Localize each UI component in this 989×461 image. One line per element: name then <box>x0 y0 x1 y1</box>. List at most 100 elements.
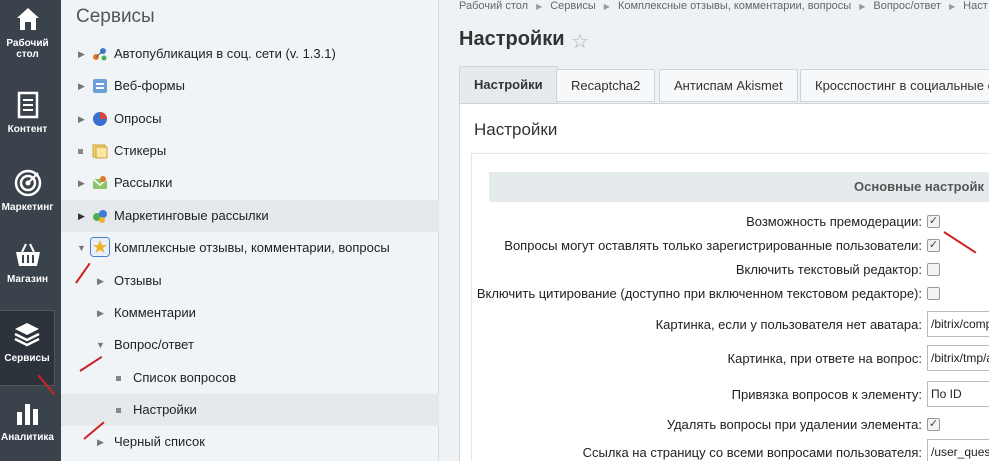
tab-recaptcha2[interactable]: Recaptcha2 <box>556 69 656 102</box>
rail-item-label: Контент <box>7 124 48 135</box>
tree-item-mailings[interactable]: ▶ Рассылки <box>61 167 439 199</box>
rail-item-label: Рабочий стол <box>6 38 49 60</box>
network-icon <box>93 48 107 61</box>
breadcrumb-link[interactable]: Вопрос/ответ <box>873 0 941 12</box>
pie-icon <box>93 112 107 126</box>
mail-icon <box>92 176 108 189</box>
target-icon <box>14 169 41 197</box>
delete-with-element-checkbox[interactable]: ✓ <box>927 418 940 431</box>
setting-label: Ссылка на страницу со всеми вопросами по… <box>582 445 922 460</box>
tree-bullet <box>116 376 121 381</box>
tab-akismet[interactable]: Антиспам Akismet <box>659 69 798 102</box>
expand-arrow-icon[interactable]: ▶ <box>97 426 104 458</box>
tree-item-marketing-mailings[interactable]: ▶ Маркетинговые рассылки <box>61 200 439 232</box>
expand-arrow-icon[interactable]: ▶ <box>78 200 85 232</box>
tab-crossposting[interactable]: Кросспостинг в социальные с <box>800 69 989 102</box>
expand-arrow-icon[interactable]: ▶ <box>78 70 85 102</box>
tree-item-label: Отзывы <box>114 273 162 288</box>
tree-bullet <box>116 408 121 413</box>
form-icon <box>93 79 107 93</box>
tree-item-blacklist[interactable]: ▶ Черный список <box>61 426 439 458</box>
breadcrumb-separator-icon: ▶ <box>859 2 866 11</box>
tree-item-autopublish[interactable]: ▶ Автопубликация в соц. сети (v. 1.3.1) <box>61 38 439 70</box>
expand-arrow-icon[interactable]: ▶ <box>97 265 104 297</box>
breadcrumb-link[interactable]: Комплексные отзывы, комментарии, вопросы <box>618 0 851 12</box>
setting-label: Картинка, если у пользователя нет аватар… <box>655 317 922 332</box>
breadcrumb-separator-icon: ▶ <box>536 2 543 11</box>
expand-arrow-icon[interactable]: ▶ <box>78 38 85 70</box>
registered-only-checkbox[interactable]: ✓ <box>927 239 940 252</box>
rail-item-label: Маркетинг <box>1 202 54 213</box>
tree-item-label: Настройки <box>133 402 197 417</box>
section-header: Основные настройк <box>489 172 989 202</box>
breadcrumb-separator-icon: ▶ <box>949 2 956 11</box>
rail-item-analytics[interactable]: Аналитика <box>0 390 55 461</box>
main-content: Рабочий стол ▶ Сервисы ▶ Комплексные отзывы,… <box>440 0 989 461</box>
no-avatar-image-input[interactable]: /bitrix/comp <box>927 311 989 337</box>
expand-arrow-icon[interactable]: ▶ <box>78 167 85 199</box>
tree-item-label: Стикеры <box>114 143 167 158</box>
tree-item-label: Маркетинговые рассылки <box>114 208 269 223</box>
element-binding-select[interactable]: По ID <box>927 381 989 407</box>
home-icon <box>16 8 39 30</box>
tree-item-webforms[interactable]: ▶ Веб-формы <box>61 70 439 102</box>
tree-item-complex-reviews[interactable]: ▼ Комплексные отзывы, комментарии, вопро… <box>61 232 439 264</box>
panel-title: Настройки <box>474 120 558 139</box>
rail-item-marketing[interactable]: Маркетинг <box>0 160 55 236</box>
tree-bullet <box>78 149 83 154</box>
expand-arrow-icon[interactable]: ▶ <box>97 297 104 329</box>
tree-item-question-list[interactable]: Список вопросов <box>61 362 439 394</box>
breadcrumb-separator-icon: ▶ <box>603 2 610 11</box>
layers-icon <box>14 323 40 347</box>
settings-form: Основные настройк Возможность премодерац… <box>471 153 989 461</box>
breadcrumb: Рабочий стол ▶ Сервисы ▶ Комплексные отзывы,… <box>459 0 988 12</box>
tree-item-settings[interactable]: Настройки <box>61 394 439 426</box>
document-icon <box>17 91 38 119</box>
setting-label: Привязка вопросов к элементу: <box>731 387 922 402</box>
tree-item-label: Рассылки <box>114 175 173 190</box>
tree-item-label: Черный список <box>114 434 205 449</box>
setting-label: Включить текстовый редактор: <box>735 262 922 277</box>
favorite-star-icon[interactable]: ☆ <box>571 29 589 54</box>
bar-chart-icon <box>16 404 38 425</box>
rail-item-shop[interactable]: Магазин <box>0 232 55 308</box>
premoderation-checkbox[interactable]: ✓ <box>927 215 940 228</box>
setting-label: Возможность премодерации: <box>746 214 922 229</box>
rail-item-services[interactable]: Сервисы <box>0 310 55 386</box>
tab-settings[interactable]: Настройки <box>459 66 558 104</box>
settings-panel: Настройки Основные настройк Возможность … <box>459 103 989 461</box>
tree-item-label: Вопрос/ответ <box>114 337 194 352</box>
tree-item-polls[interactable]: ▶ Опросы <box>61 103 439 135</box>
tree-item-comments[interactable]: ▶ Комментарии <box>61 297 439 329</box>
sticker-icon <box>92 144 108 159</box>
setting-label: Вопросы могут оставлять только зарегистр… <box>504 238 922 253</box>
rail-item-desktop[interactable]: Рабочий стол <box>0 0 55 76</box>
rail-item-content[interactable]: Контент <box>0 82 55 158</box>
quoting-checkbox[interactable] <box>927 287 940 300</box>
text-editor-checkbox[interactable] <box>927 263 940 276</box>
breadcrumb-link[interactable]: Рабочий стол <box>459 0 528 12</box>
tree-item-stickers[interactable]: Стикеры <box>61 135 439 167</box>
tree-item-label: Комплексные отзывы, комментарии, вопросы <box>114 240 390 255</box>
answer-image-input[interactable]: /bitrix/tmp/a <box>927 345 989 371</box>
tree-item-label: Комментарии <box>114 305 196 320</box>
section-title: Основные настройк <box>854 179 984 194</box>
rail-item-label: Сервисы <box>4 353 50 364</box>
tree-title: Сервисы <box>76 6 155 27</box>
tree-item-qa[interactable]: ▼ Вопрос/ответ <box>61 329 439 361</box>
tree-item-label: Автопубликация в соц. сети (v. 1.3.1) <box>114 46 336 61</box>
collapse-arrow-icon[interactable]: ▼ <box>77 232 86 264</box>
tree-item-label: Опросы <box>114 111 162 126</box>
breadcrumb-link[interactable]: Сервисы <box>550 0 596 12</box>
marketing-mail-icon <box>93 210 107 223</box>
setting-label: Включить цитирование (доступно при включ… <box>476 286 922 301</box>
rail-item-label: Аналитика <box>1 432 54 443</box>
user-questions-link-input[interactable]: /user_ques <box>927 439 989 461</box>
tree-item-label: Веб-формы <box>114 78 185 93</box>
tree-item-label: Список вопросов <box>133 370 237 385</box>
tree-item-reviews[interactable]: ▶ Отзывы <box>61 265 439 297</box>
star-icon <box>90 237 110 257</box>
breadcrumb-link[interactable]: Наст <box>963 0 988 12</box>
basket-icon <box>15 243 40 266</box>
expand-arrow-icon[interactable]: ▶ <box>78 103 85 135</box>
